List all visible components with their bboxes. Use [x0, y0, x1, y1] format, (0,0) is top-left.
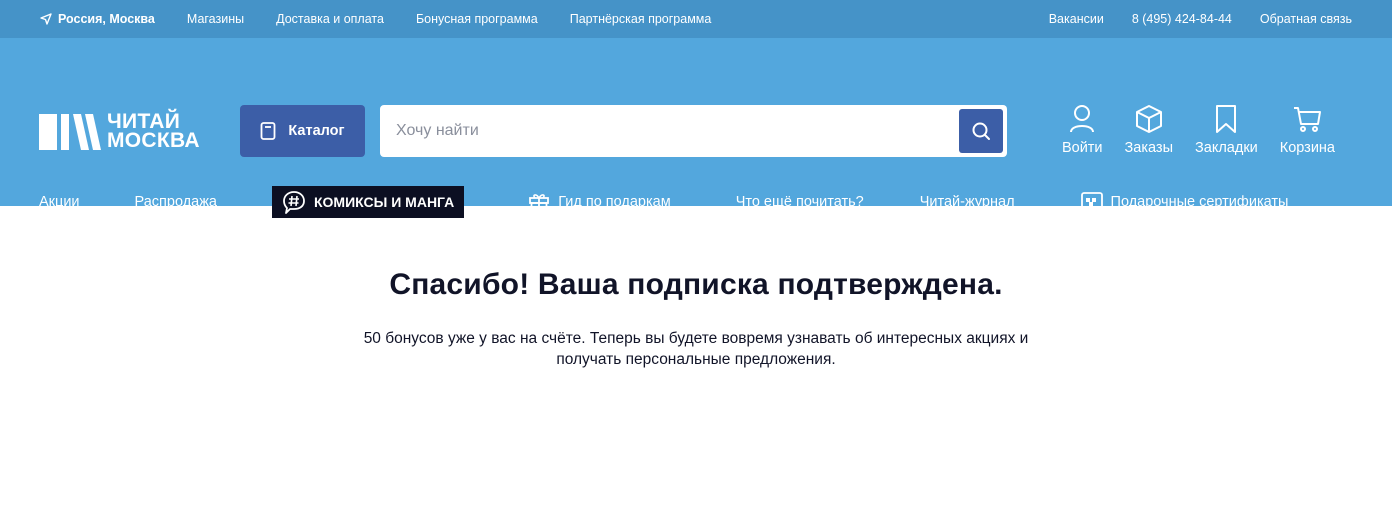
logo-books-icon	[39, 114, 101, 150]
confirmation-message: 50 бонусов уже у вас на счёте. Теперь вы…	[316, 328, 1076, 370]
top-bar-left: Россия, Москва Магазины Доставка и оплат…	[40, 12, 743, 26]
catalog-label: Каталог	[288, 123, 345, 139]
search-bar	[380, 105, 1007, 157]
main-nav: Акции Распродажа КОМИКСЫ И МАНГА Гид по …	[39, 186, 1352, 218]
search-input[interactable]	[380, 105, 959, 157]
location-arrow-icon	[40, 13, 52, 25]
gift-guide-label: Гид по подаркам	[558, 194, 671, 210]
city-selector[interactable]: Россия, Москва	[40, 12, 155, 26]
orders-action[interactable]: Заказы	[1125, 104, 1173, 156]
nav-item-comics-manga[interactable]: КОМИКСЫ И МАНГА	[272, 186, 465, 218]
box-icon	[1135, 105, 1162, 133]
gift-icon	[529, 194, 550, 212]
nav-item-gift-certificates[interactable]: Подарочные сертификаты	[1080, 192, 1289, 212]
user-icon	[1070, 105, 1095, 133]
link-bonus-program[interactable]: Бонусная программа	[416, 12, 538, 26]
logo-line-2: МОСКВА	[107, 129, 200, 152]
link-delivery[interactable]: Доставка и оплата	[276, 12, 384, 26]
nav-item-sales[interactable]: Акции	[39, 194, 80, 210]
link-feedback[interactable]: Обратная связь	[1260, 12, 1352, 26]
certificate-icon	[1080, 192, 1103, 212]
header: ЧИТАЙ МОСКВА Каталог Войти Заказы Заклад…	[0, 38, 1392, 218]
search-button[interactable]	[959, 109, 1003, 153]
top-bar-right: Вакансии 8 (495) 424-84-44 Обратная связ…	[1021, 12, 1352, 26]
logo-text: ЧИТАЙ МОСКВА	[107, 111, 200, 152]
link-partner-program[interactable]: Партнёрская программа	[570, 12, 712, 26]
orders-label: Заказы	[1124, 140, 1173, 156]
search-icon	[972, 122, 990, 140]
comics-label: КОМИКСЫ И МАНГА	[314, 194, 455, 210]
header-actions: Войти Заказы Закладки Корзина	[1040, 104, 1335, 156]
bookmarks-action[interactable]: Закладки	[1195, 104, 1258, 156]
confirmation-content: Спасибо! Ваша подписка подтверждена. 50 …	[0, 206, 1392, 370]
link-vacancies[interactable]: Вакансии	[1049, 12, 1104, 26]
phone-link[interactable]: 8 (495) 424-84-44	[1132, 12, 1232, 26]
catalog-button[interactable]: Каталог	[240, 105, 365, 157]
page-title: Спасибо! Ваша подписка подтверждена.	[389, 268, 1003, 301]
nav-item-journal[interactable]: Читай-журнал	[920, 194, 1015, 210]
nav-item-what-to-read[interactable]: Что ещё почитать?	[736, 194, 864, 210]
cart-icon	[1294, 107, 1322, 132]
bookmarks-label: Закладки	[1195, 140, 1258, 156]
nav-item-gift-guide[interactable]: Гид по подаркам	[528, 191, 671, 213]
gift-certificates-label: Подарочные сертификаты	[1110, 194, 1289, 210]
cart-label: Корзина	[1279, 140, 1335, 156]
logo[interactable]: ЧИТАЙ МОСКВА	[39, 111, 200, 152]
message-line-1: 50 бонусов уже у вас на счёте. Теперь вы…	[363, 330, 1029, 347]
bookmark-icon	[1216, 105, 1237, 133]
city-label: Россия, Москва	[58, 12, 155, 26]
link-stores[interactable]: Магазины	[187, 12, 244, 26]
top-bar: Россия, Москва Магазины Доставка и оплат…	[0, 0, 1392, 38]
login-action[interactable]: Войти	[1062, 104, 1103, 156]
cart-action[interactable]: Корзина	[1280, 104, 1335, 156]
message-line-2: получать персональные предложения.	[556, 351, 836, 368]
nav-item-clearance[interactable]: Распродажа	[135, 194, 217, 210]
speech-hash-icon	[283, 191, 305, 214]
book-icon	[261, 122, 276, 140]
login-label: Войти	[1061, 140, 1103, 156]
